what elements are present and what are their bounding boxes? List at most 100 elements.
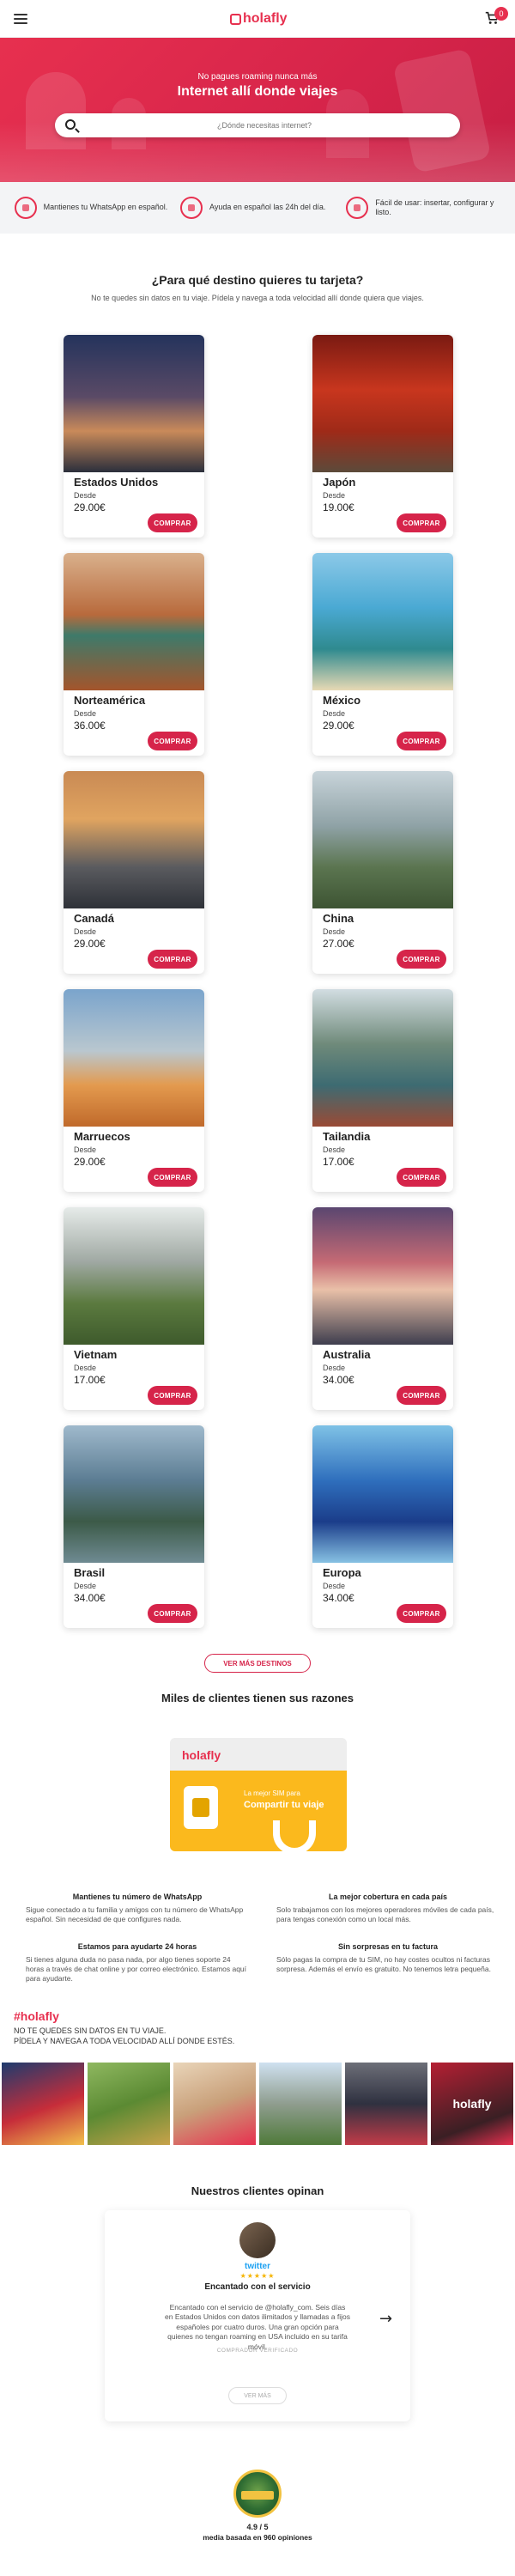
- logo-icon: [230, 13, 241, 25]
- review-card: twitter ★★★★★ Encantado con el servicio …: [105, 2210, 410, 2421]
- destination-photo[interactable]: [64, 553, 204, 690]
- cart-count-badge: 0: [494, 7, 508, 21]
- destination-card[interactable]: Estados Unidos Desde 29.00€ COMPRAR: [64, 335, 204, 538]
- price-from-label: Desde: [74, 709, 97, 718]
- price-from-label: Desde: [323, 1145, 346, 1154]
- rating-basis: media basada en 960 opiniones: [203, 2533, 312, 2542]
- reasons-title: Miles de clientes tienen sus razones: [161, 1692, 354, 1704]
- destination-photo[interactable]: [312, 1425, 453, 1563]
- more-destinations-button[interactable]: VER MÁS DESTINOS: [204, 1654, 311, 1673]
- instagram-photo[interactable]: [259, 2063, 342, 2145]
- destination-price: 17.00€: [323, 1156, 354, 1168]
- buy-button[interactable]: COMPRAR: [148, 513, 197, 532]
- review-text: Encantado con el servicio de @holafly_co…: [165, 2303, 350, 2351]
- destination-photo[interactable]: [312, 771, 453, 908]
- buy-button[interactable]: COMPRAR: [397, 950, 446, 969]
- destination-price: 29.00€: [74, 938, 106, 950]
- buy-button[interactable]: COMPRAR: [397, 732, 446, 750]
- destination-name: Canadá: [74, 912, 114, 925]
- instagram-photo[interactable]: [345, 2063, 427, 2145]
- price-from-label: Desde: [323, 1364, 346, 1372]
- price-from-label: Desde: [323, 1582, 346, 1590]
- sim-card-icon: [184, 1786, 218, 1829]
- destination-card[interactable]: Australia Desde 34.00€ COMPRAR: [312, 1207, 453, 1410]
- destination-name: Norteamérica: [74, 694, 146, 707]
- buy-button[interactable]: COMPRAR: [397, 1168, 446, 1187]
- buy-button[interactable]: COMPRAR: [397, 1386, 446, 1405]
- price-from-label: Desde: [323, 709, 346, 718]
- destination-price: 19.00€: [323, 501, 354, 513]
- instagram-photo[interactable]: [88, 2063, 170, 2145]
- rating-score: 4.9 / 5: [246, 2523, 269, 2531]
- destination-photo[interactable]: [64, 771, 204, 908]
- hashtag-line-2: PÍDELA Y NAVEGA A TODA VELOCIDAD ALLÍ DO…: [14, 2037, 235, 2045]
- destination-photo[interactable]: [64, 1207, 204, 1345]
- verified-buyer-label: COMPRADOR VERIFICADO: [216, 2348, 299, 2354]
- destination-name: Estados Unidos: [74, 476, 159, 489]
- hero-subtitle: No pagues roaming nunca más: [197, 72, 318, 82]
- buy-button[interactable]: COMPRAR: [148, 1386, 197, 1405]
- top-bar: holafly 0: [0, 0, 515, 38]
- destination-photo[interactable]: [64, 1425, 204, 1563]
- destination-photo[interactable]: [312, 553, 453, 690]
- feature-support: Ayuda en español las 24h del día.: [179, 197, 335, 219]
- buy-button[interactable]: COMPRAR: [148, 1168, 197, 1187]
- search-icon[interactable]: [65, 119, 76, 130]
- destination-card[interactable]: México Desde 29.00€ COMPRAR: [312, 553, 453, 756]
- menu-icon[interactable]: [14, 14, 27, 24]
- instagram-photo[interactable]: [2, 2063, 84, 2145]
- hero-banner: No pagues roaming nunca más Internet all…: [0, 38, 515, 182]
- destination-name: Europa: [323, 1566, 361, 1579]
- price-from-label: Desde: [74, 491, 97, 500]
- reason-no-surprises: Sin sorpresas en tu factura Sólo pagas l…: [276, 1942, 491, 1974]
- hashtag-line-1: NO TE QUEDES SIN DATOS EN TU VIAJE.: [14, 2026, 167, 2035]
- destination-price: 34.00€: [323, 1592, 354, 1604]
- destination-card[interactable]: Japón Desde 19.00€ COMPRAR: [312, 335, 453, 538]
- buy-button[interactable]: COMPRAR: [148, 950, 197, 969]
- destination-card[interactable]: Marruecos Desde 29.00€ COMPRAR: [64, 989, 204, 1192]
- logo[interactable]: holafly: [230, 11, 288, 27]
- destination-price: 29.00€: [74, 501, 106, 513]
- rating-seal-icon: [233, 2470, 282, 2518]
- destination-price: 34.00€: [74, 1592, 106, 1604]
- reason-support: Estamos para ayudarte 24 horas Si tienes…: [26, 1942, 247, 1984]
- buy-button[interactable]: COMPRAR: [397, 513, 446, 532]
- search-bar[interactable]: [55, 113, 460, 137]
- whatsapp-icon: [14, 197, 37, 219]
- destination-name: China: [323, 912, 354, 925]
- destination-card[interactable]: Europa Desde 34.00€ COMPRAR: [312, 1425, 453, 1628]
- destination-name: Vietnam: [74, 1348, 118, 1361]
- feature-whatsapp: Mantienes tu WhatsApp en español.: [14, 197, 169, 219]
- destination-card[interactable]: Vietnam Desde 17.00€ COMPRAR: [64, 1207, 204, 1410]
- price-from-label: Desde: [74, 927, 97, 936]
- destination-photo[interactable]: [312, 1207, 453, 1345]
- destination-name: Japón: [323, 476, 356, 489]
- price-from-label: Desde: [323, 927, 346, 936]
- promo-headline: Compartir tu viaje: [244, 1800, 324, 1810]
- search-input[interactable]: [84, 117, 445, 134]
- destination-card[interactable]: Canadá Desde 29.00€ COMPRAR: [64, 771, 204, 974]
- destination-card[interactable]: Norteamérica Desde 36.00€ COMPRAR: [64, 553, 204, 756]
- rating-stars: ★★★★★: [239, 2272, 276, 2280]
- buy-button[interactable]: COMPRAR: [148, 1604, 197, 1623]
- destination-card[interactable]: China Desde 27.00€ COMPRAR: [312, 771, 453, 974]
- instagram-photo[interactable]: holafly: [431, 2063, 513, 2145]
- destination-photo[interactable]: [312, 335, 453, 472]
- destination-card[interactable]: Brasil Desde 34.00€ COMPRAR: [64, 1425, 204, 1628]
- destination-photo[interactable]: [64, 335, 204, 472]
- destination-price: 17.00€: [74, 1374, 106, 1386]
- sim-card-icon: [346, 197, 369, 219]
- see-more-button[interactable]: VER MÁS: [228, 2387, 287, 2404]
- next-review-arrow-icon[interactable]: →: [379, 2310, 392, 2328]
- destination-photo[interactable]: [64, 989, 204, 1127]
- reason-coverage: La mejor cobertura en cada país Solo tra…: [276, 1893, 494, 1924]
- instagram-photo[interactable]: [173, 2063, 256, 2145]
- reviews-title: Nuestros clientes opinan: [191, 2184, 324, 2197]
- buy-button[interactable]: COMPRAR: [397, 1604, 446, 1623]
- feature-easy: Fácil de usar: insertar, configurar y li…: [346, 197, 500, 219]
- features-strip: Mantienes tu WhatsApp en español. Ayuda …: [0, 182, 515, 234]
- destination-card[interactable]: Tailandia Desde 17.00€ COMPRAR: [312, 989, 453, 1192]
- destination-price: 36.00€: [74, 720, 106, 732]
- destination-photo[interactable]: [312, 989, 453, 1127]
- buy-button[interactable]: COMPRAR: [148, 732, 197, 750]
